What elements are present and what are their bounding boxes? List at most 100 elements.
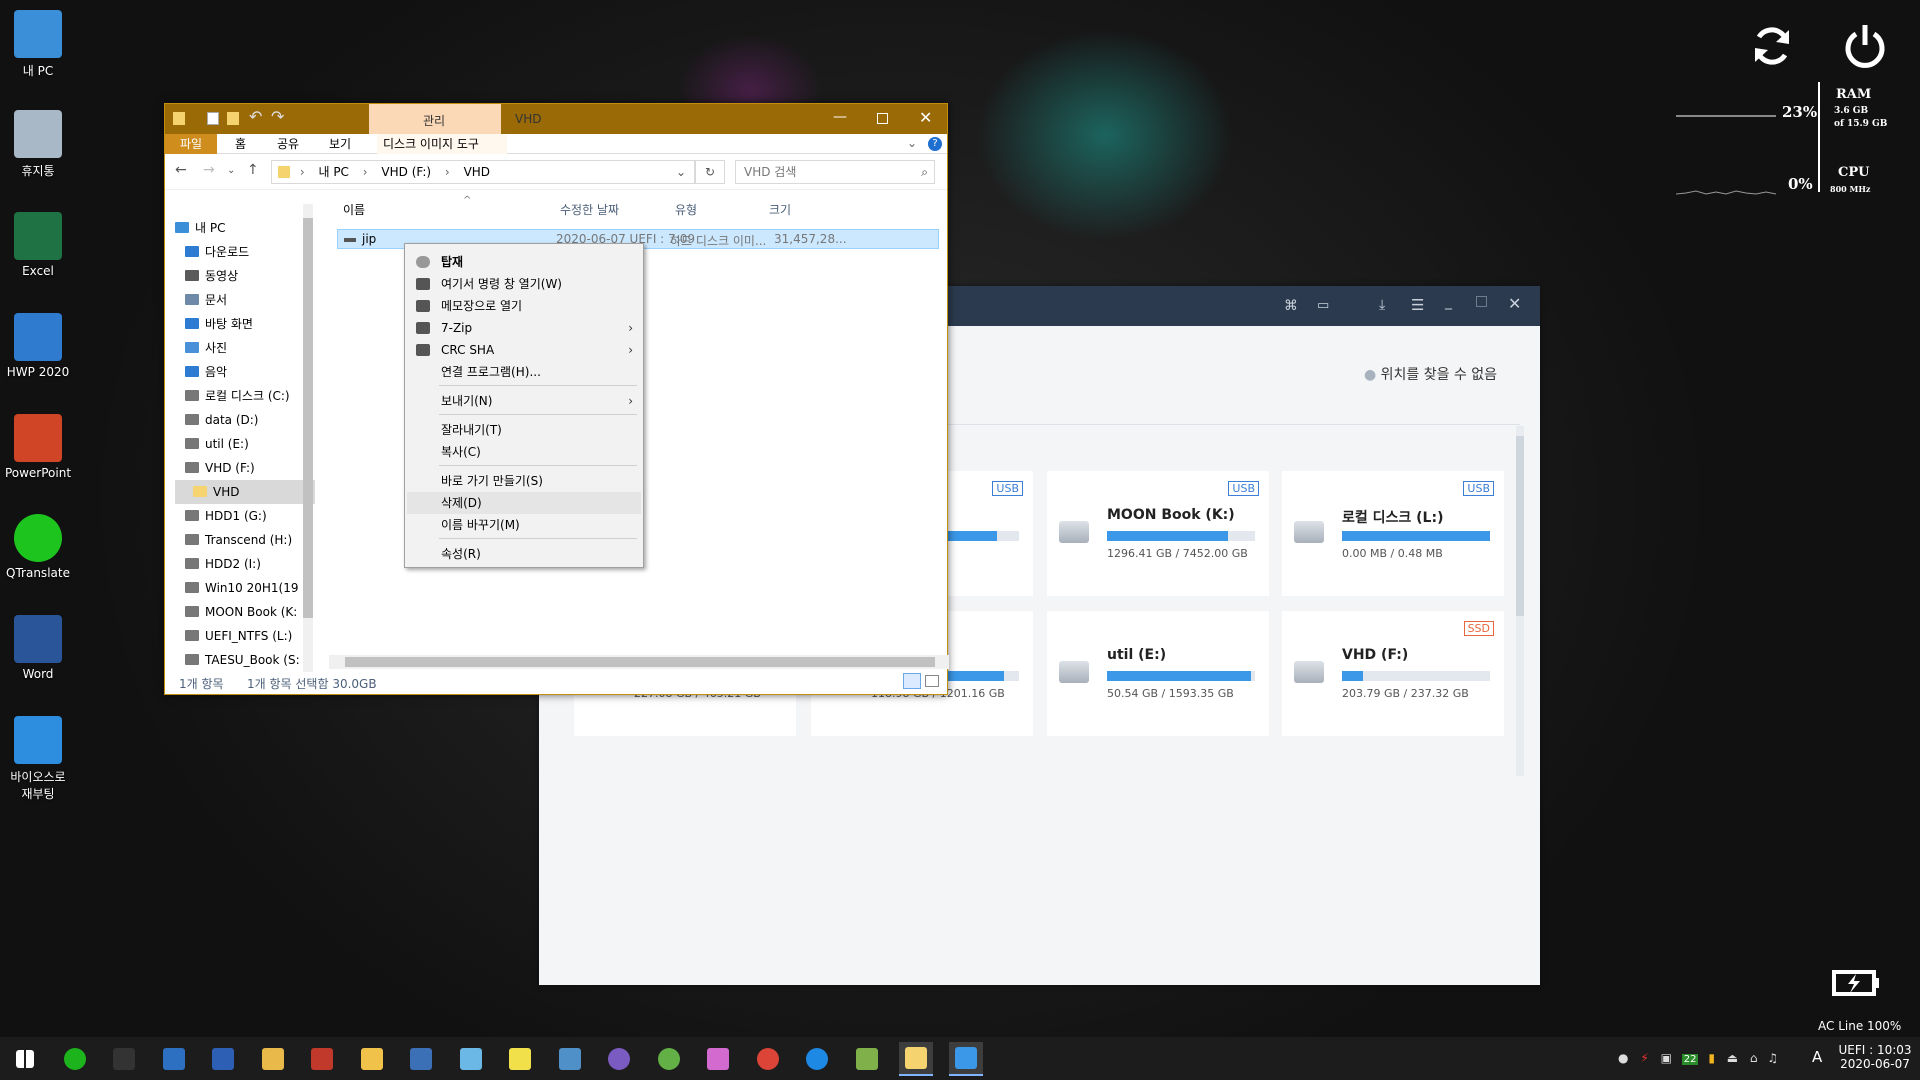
taskbar-button[interactable] [157,1042,191,1076]
column-name[interactable]: 이름 [343,201,365,218]
menu-icon[interactable]: ☰ [1411,296,1424,314]
context-menu-item[interactable]: 잘라내기(T) [407,419,641,441]
search-input[interactable]: VHD 검색 ⌕ [735,160,935,184]
close-icon[interactable]: ✕ [1508,294,1521,313]
properties-icon[interactable] [207,112,219,125]
large-icons-view-icon[interactable] [925,675,939,687]
ime-indicator[interactable]: A [1812,1048,1822,1066]
context-menu-item[interactable]: CRC SHA › [407,339,641,361]
desktop-icon[interactable]: QTranslate [0,514,76,580]
column-type[interactable]: 유형 [675,201,697,218]
download-icon[interactable]: ⤓ [1379,297,1385,313]
context-menu-item[interactable]: 바로 가기 만들기(S) [407,470,641,492]
horizontal-scrollbar[interactable] [329,655,949,669]
maximize-icon[interactable] [1476,296,1487,307]
taskbar-button[interactable] [602,1042,636,1076]
desktop-icon[interactable]: 내 PC [0,10,76,79]
drive-card[interactable]: USB MOON Book (K:) 1296.41 GB / 7452.00 GB [1047,471,1269,596]
water-drop-icon[interactable]: ● [1618,1051,1628,1065]
explorer-titlebar[interactable]: ↶ ↷ 관리 VHD — ✕ [165,104,947,134]
help-icon[interactable]: ? [928,137,942,151]
details-view-icon[interactable] [903,673,921,689]
desktop-icon[interactable]: HWP 2020 [0,313,76,379]
nav-item[interactable]: Win10 20H1(19 [175,576,315,600]
taskbar-button[interactable] [899,1042,933,1076]
temperature-badge[interactable]: 22 [1681,1054,1699,1065]
nav-item[interactable]: HDD1 (G:) [175,504,315,528]
close-icon[interactable]: ✕ [919,108,932,127]
tab-disk-image-tools[interactable]: 디스크 이미지 도구 [377,134,507,154]
taskbar-button[interactable] [206,1042,240,1076]
taskbar-button[interactable] [850,1042,884,1076]
nav-scrollbar[interactable] [303,204,313,672]
power-icon[interactable] [1842,22,1888,68]
undo-icon[interactable]: ↶ [249,107,262,126]
context-menu-item[interactable]: 삭제(D) [407,492,641,514]
context-menu-item[interactable]: 속성(R) [407,543,641,565]
recent-dropdown-icon[interactable]: ⌄ [227,165,235,176]
taskbar-button[interactable] [652,1042,686,1076]
context-menu-item[interactable]: 연결 프로그램(H)... [407,361,641,383]
clock[interactable]: UEFI : 10:03 2020-06-07 [1834,1043,1916,1071]
maximize-icon[interactable] [877,113,888,124]
address-dropdown-icon[interactable]: ⌄ [676,161,686,183]
tab-home[interactable]: 홈 [229,134,252,154]
disk-tool-icon[interactable]: ▭ [1317,298,1329,313]
context-menu-item[interactable]: 복사(C) [407,441,641,463]
nav-item[interactable]: 동영상 [175,264,315,288]
column-size[interactable]: 크기 [769,201,791,218]
context-menu-item[interactable]: 7-Zip › [407,317,641,339]
taskbar-button[interactable] [404,1042,438,1076]
context-menu-item[interactable]: 여기서 명령 창 열기(W) [407,273,641,295]
desktop-icon[interactable]: 휴지통 [0,110,76,179]
taskbar-button[interactable] [8,1042,42,1076]
taskbar-button[interactable] [355,1042,389,1076]
taskbar-button[interactable] [256,1042,290,1076]
nav-item[interactable]: 로컬 디스크 (C:) [175,384,315,408]
address-box[interactable]: › 내 PC › VHD (F:) › VHD ⌄ [271,160,695,184]
nav-item[interactable]: UEFI_NTFS (L:) [175,624,315,648]
easeus-scrollbar[interactable] [1516,426,1524,776]
column-date-modified[interactable]: 수정한 날짜 [560,201,619,218]
tab-file[interactable]: 파일 [165,134,217,154]
taskbar-button[interactable] [503,1042,537,1076]
usb-icon[interactable]: ⏏ [1727,1051,1738,1065]
nav-item[interactable]: 다운로드 [175,240,315,264]
manage-context-tab[interactable]: 관리 [369,104,501,134]
nav-item[interactable]: 내 PC [175,216,315,240]
new-folder-icon[interactable] [227,112,239,125]
nav-item[interactable]: MOON Book (K: [175,600,315,624]
tab-view[interactable]: 보기 [323,134,357,154]
desktop-icon[interactable]: Excel [0,212,76,278]
cmd-icon[interactable]: ⌘ [1284,298,1298,314]
context-menu-item[interactable]: 탑재 [407,251,641,273]
nav-item[interactable]: 문서 [175,288,315,312]
drive-card[interactable]: USB 로컬 디스크 (L:) 0.00 MB / 0.48 MB [1282,471,1504,596]
taskbar-button[interactable] [305,1042,339,1076]
back-icon[interactable]: ← [175,162,187,178]
taskbar-button[interactable] [800,1042,834,1076]
nav-item[interactable]: TAESU_Book (S: [175,648,315,672]
refresh-icon[interactable]: ↻ [695,160,725,184]
taskbar-button[interactable] [58,1042,92,1076]
nav-item[interactable]: VHD (F:) [175,456,315,480]
context-menu-item[interactable]: 메모장으로 열기 [407,295,641,317]
taskbar-button[interactable] [454,1042,488,1076]
taskbar-button[interactable] [948,1042,983,1076]
nav-item[interactable]: data (D:) [175,408,315,432]
tab-share[interactable]: 공유 [271,134,305,154]
redo-icon[interactable]: ↷ [271,107,284,126]
nav-item[interactable]: VHD [175,480,315,504]
taskbar-button[interactable] [553,1042,587,1076]
nav-item[interactable]: 바탕 화면 [175,312,315,336]
minimize-icon[interactable]: — [833,109,847,125]
expand-ribbon-icon[interactable]: ⌄ [907,136,917,150]
network-icon[interactable]: ⌂ [1750,1051,1758,1065]
context-menu-item[interactable]: 이름 바꾸기(M) [407,514,641,536]
breadcrumb-vhd-folder[interactable]: VHD [464,165,490,179]
nav-item[interactable]: util (E:) [175,432,315,456]
minimize-icon[interactable]: _ [1445,294,1452,310]
breadcrumb-vhd-drive[interactable]: VHD (F:) [381,165,431,179]
desktop-icon[interactable]: PowerPoint [0,414,76,480]
network-share-icon[interactable]: ▣ [1661,1051,1672,1065]
